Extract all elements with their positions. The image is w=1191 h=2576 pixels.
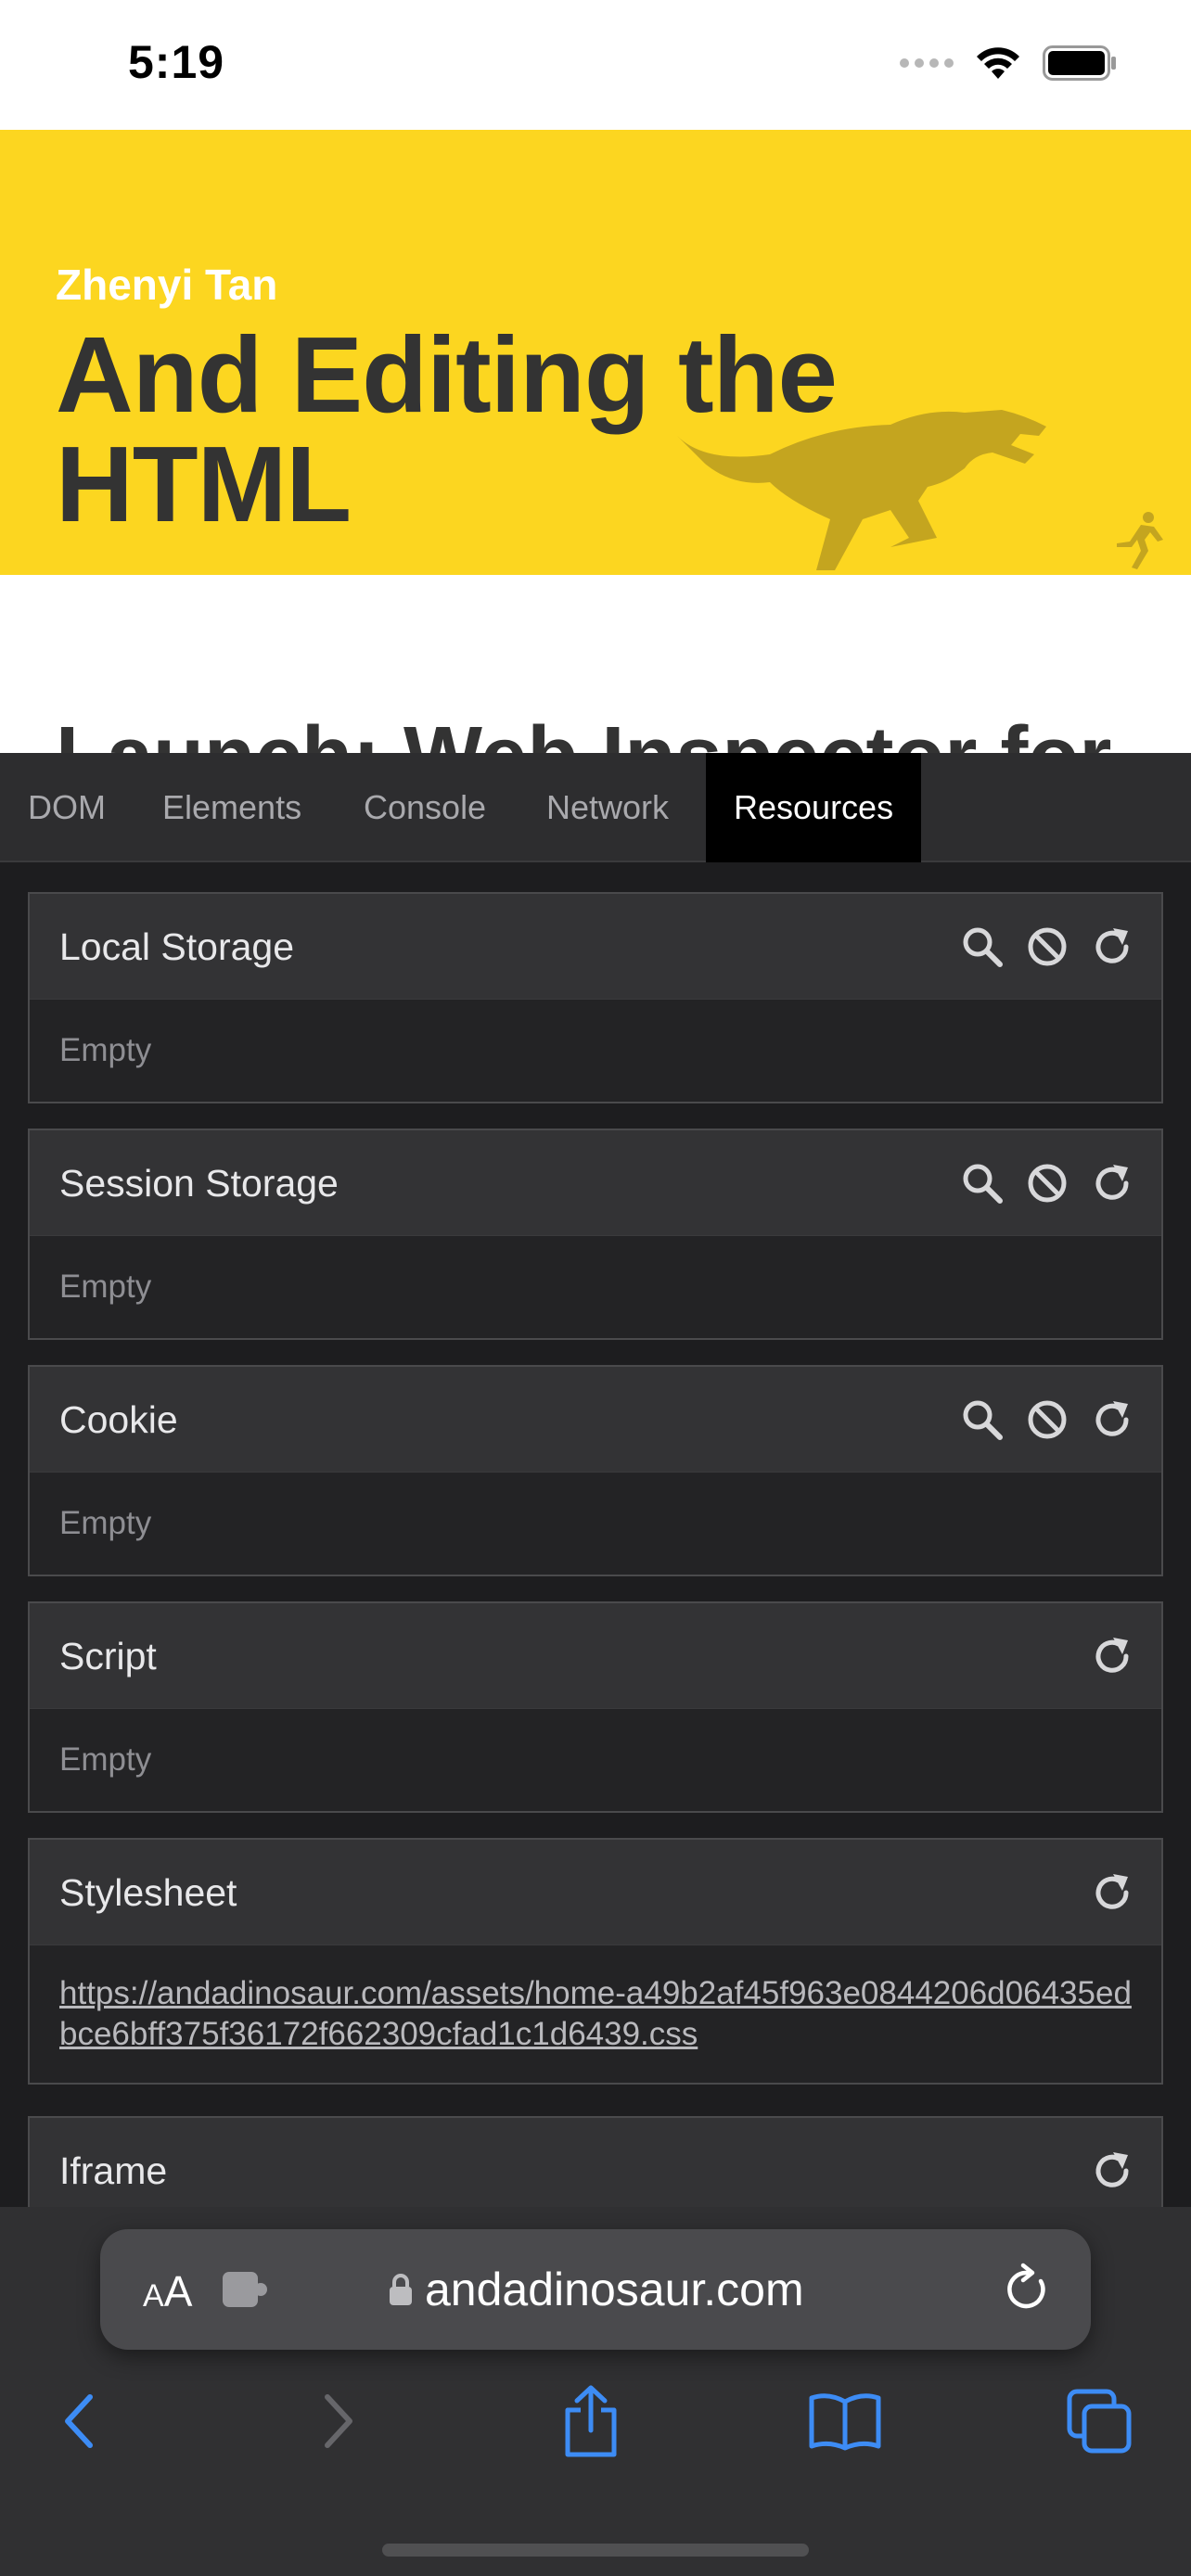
clear-icon[interactable]: [1026, 925, 1069, 968]
panel-title: Script: [59, 1635, 157, 1677]
panel-header: Stylesheet: [30, 1840, 1161, 1945]
article-heading: Launch: Web Inspector for: [56, 709, 1111, 753]
inspector-tabs: DOM Elements Console Network Resources: [0, 753, 1191, 862]
panel-body: Empty: [59, 1269, 152, 1305]
stylesheet-link[interactable]: https://andadinosaur.com/assets/home-a49…: [30, 1945, 1161, 2083]
refresh-icon[interactable]: [1091, 2149, 1133, 2192]
home-indicator: [382, 2544, 809, 2557]
reader-settings-button[interactable]: AA: [143, 2266, 192, 2316]
panel-header: Script: [30, 1603, 1161, 1709]
panel-title: Session Storage: [59, 1162, 339, 1205]
refresh-icon[interactable]: [1091, 1635, 1133, 1677]
tabs-button[interactable]: [1057, 2379, 1141, 2463]
panel-title: Local Storage: [59, 925, 295, 968]
lock-icon: [390, 2274, 412, 2305]
panel-script: Script Empty: [28, 1601, 1163, 1813]
bookmarks-icon: [809, 2393, 881, 2451]
signal-icon: [900, 58, 954, 68]
panel-body: Empty: [59, 1741, 152, 1778]
refresh-icon[interactable]: [1091, 1162, 1133, 1205]
runner-icon: [1117, 512, 1163, 569]
panel-header: Local Storage: [30, 894, 1161, 1000]
search-icon[interactable]: [961, 1398, 1004, 1441]
tabs-icon: [1067, 2389, 1132, 2454]
bookmarks-button[interactable]: [803, 2379, 887, 2463]
panel-header: Session Storage: [30, 1130, 1161, 1236]
clear-icon[interactable]: [1026, 1398, 1069, 1441]
panel-header: Cookie: [30, 1367, 1161, 1473]
status-icons: [900, 45, 1117, 82]
search-icon[interactable]: [961, 925, 1004, 968]
dinosaur-icon: [677, 410, 1046, 570]
article-area: Launch: Web Inspector for: [0, 575, 1191, 753]
clear-icon[interactable]: [1026, 1162, 1069, 1205]
refresh-icon[interactable]: [1091, 925, 1133, 968]
forward-button[interactable]: [297, 2379, 380, 2463]
share-button[interactable]: [549, 2379, 633, 2463]
panel-local-storage: Local Storage Empty: [28, 892, 1163, 1103]
tab-resources[interactable]: Resources: [706, 753, 922, 862]
reload-icon[interactable]: [1000, 2263, 1054, 2316]
forward-icon: [325, 2394, 352, 2448]
back-icon: [65, 2394, 93, 2448]
tab-elements[interactable]: Elements: [134, 753, 329, 862]
panel-title: Iframe: [59, 2149, 168, 2192]
back-button[interactable]: [37, 2379, 121, 2463]
refresh-icon[interactable]: [1091, 1871, 1133, 1914]
tab-console[interactable]: Console: [336, 753, 514, 862]
status-time: 5:19: [128, 36, 225, 88]
extension-icon[interactable]: [221, 2270, 273, 2309]
refresh-icon[interactable]: [1091, 1398, 1133, 1441]
address-bar[interactable]: AA andadinosaur.com: [100, 2229, 1091, 2350]
web-inspector: DOM Elements Console Network Resources L…: [0, 753, 1191, 2207]
panel-title: Stylesheet: [59, 1871, 237, 1914]
tab-dom[interactable]: DOM: [0, 753, 134, 862]
panel-header: Iframe: [30, 2118, 1161, 2207]
tab-network[interactable]: Network: [519, 753, 697, 862]
panel-cookie: Cookie Empty: [28, 1365, 1163, 1576]
hero-banner: Zhenyi Tan And Editing the HTML: [0, 130, 1191, 575]
panel-title: Cookie: [59, 1398, 178, 1441]
battery-icon: [1043, 45, 1116, 81]
panel-body: Empty: [59, 1505, 152, 1541]
browser-toolbar: AA andadinosaur.com: [0, 2207, 1191, 2576]
search-icon[interactable]: [961, 1162, 1004, 1205]
wifi-icon: [977, 47, 1019, 79]
share-icon: [565, 2385, 617, 2457]
url-text[interactable]: andadinosaur.com: [425, 2263, 804, 2316]
status-bar: 5:19: [0, 0, 1191, 130]
hero-author[interactable]: Zhenyi Tan: [56, 260, 277, 310]
panel-body: Empty: [59, 1032, 152, 1068]
panel-iframe: Iframe: [28, 2116, 1163, 2207]
panel-session-storage: Session Storage Empty: [28, 1129, 1163, 1340]
panel-stylesheet: Stylesheet https://andadinosaur.com/asse…: [28, 1838, 1163, 2085]
